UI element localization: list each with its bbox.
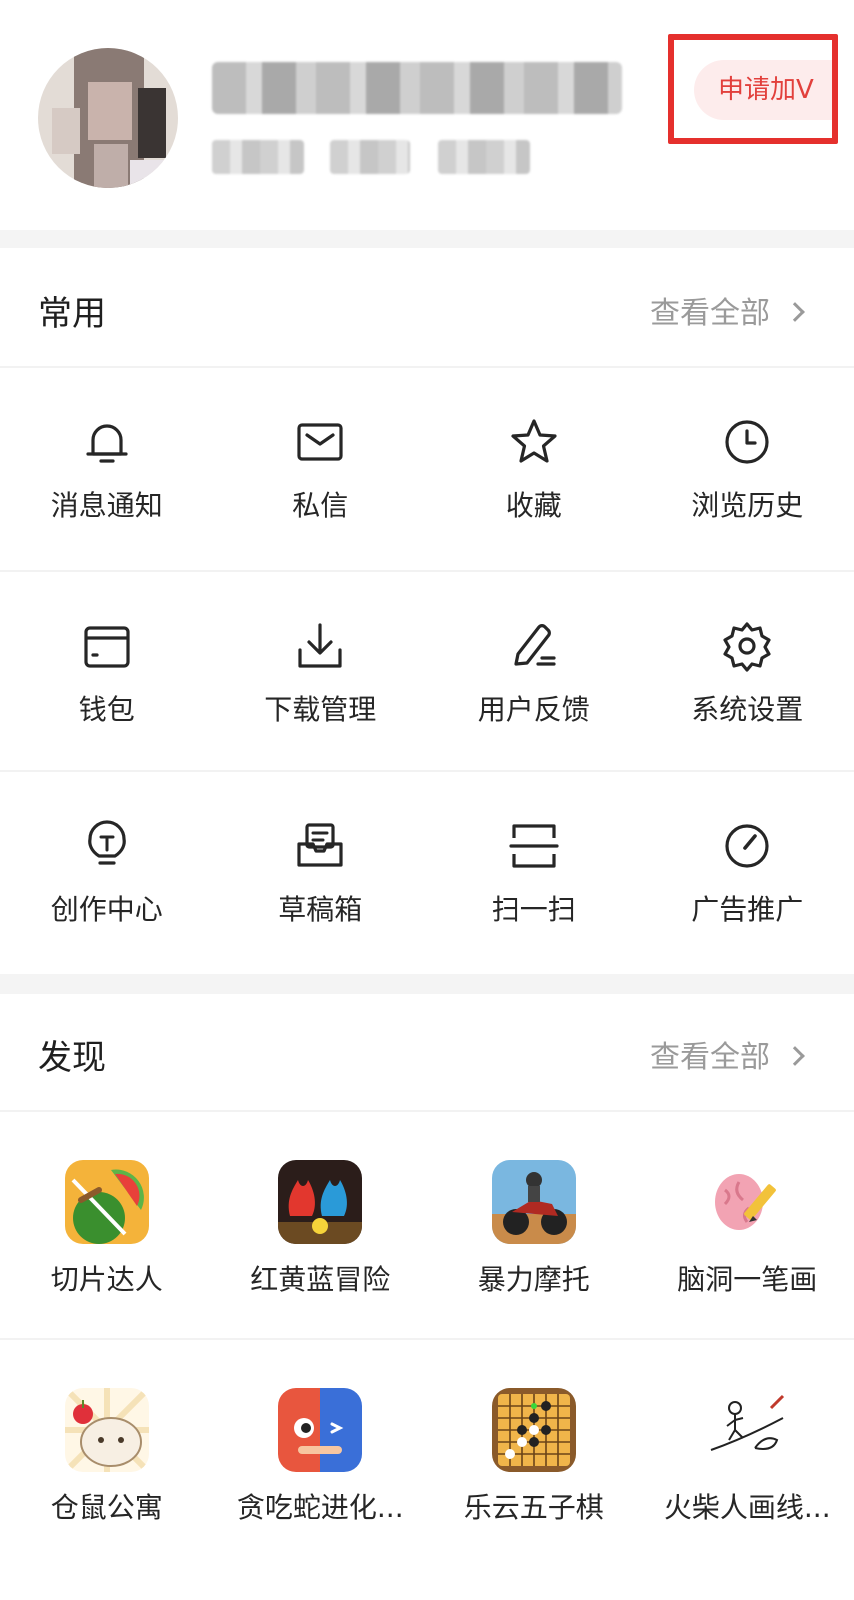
menu-item-label: 钱包 bbox=[78, 693, 135, 726]
menu-item-label: 扫一扫 bbox=[491, 893, 576, 926]
common-row-1: 消息通知 私信 收藏 浏览历史 bbox=[0, 368, 854, 572]
view-all-link[interactable]: 查看全部 bbox=[650, 1032, 805, 1076]
user-stat-blurred bbox=[438, 140, 530, 174]
discover-section-header: 发现 查看全部 bbox=[0, 992, 854, 1112]
menu-item-label: 私信 bbox=[292, 489, 349, 522]
section-title: 常用 bbox=[38, 294, 106, 334]
gomoku-game-icon bbox=[491, 1388, 576, 1472]
menu-item-favorites[interactable]: 收藏 bbox=[427, 368, 641, 572]
mini-game-item[interactable]: 红黄蓝冒险 bbox=[214, 1112, 428, 1338]
avatar[interactable] bbox=[38, 48, 178, 188]
menu-item-settings[interactable]: 系统设置 bbox=[641, 572, 854, 776]
mini-game-item[interactable]: 仓鼠公寓 bbox=[0, 1340, 214, 1566]
menu-item-wallet[interactable]: 钱包 bbox=[0, 572, 214, 776]
gear-icon bbox=[723, 622, 771, 672]
mini-game-label: 仓鼠公寓 bbox=[50, 1491, 163, 1524]
fire-water-game-icon bbox=[278, 1160, 363, 1244]
motorbike-game-icon bbox=[491, 1160, 576, 1244]
bottom-spacer bbox=[0, 1566, 854, 1600]
mail-icon bbox=[297, 423, 343, 461]
common-section-header: 常用 查看全部 bbox=[0, 248, 854, 368]
watermelon-game-icon bbox=[64, 1160, 149, 1244]
mini-game-item[interactable]: 暴力摩托 bbox=[427, 1112, 641, 1338]
bell-icon bbox=[86, 424, 128, 463]
common-row-2: 钱包 下载管理 用户反馈 系统设置 bbox=[0, 572, 854, 776]
section-gap bbox=[0, 974, 854, 994]
chevron-right-icon bbox=[785, 302, 805, 322]
menu-item-creator-center[interactable]: 创作中心 bbox=[0, 772, 214, 976]
view-all-link[interactable]: 查看全部 bbox=[650, 288, 805, 332]
menu-item-label: 广告推广 bbox=[691, 893, 804, 926]
mini-game-item[interactable]: 脑洞一笔画 bbox=[641, 1112, 854, 1338]
menu-item-messages[interactable]: 私信 bbox=[214, 368, 428, 572]
section-title: 发现 bbox=[38, 1038, 106, 1078]
mini-game-label: 火柴人画线... bbox=[663, 1491, 831, 1524]
user-stat-blurred bbox=[212, 140, 304, 174]
wallet-icon bbox=[84, 626, 130, 668]
username-blurred bbox=[212, 62, 622, 114]
star-icon bbox=[511, 419, 557, 463]
mini-game-item[interactable]: 乐云五子棋 bbox=[427, 1340, 641, 1566]
view-all-label: 查看全部 bbox=[650, 296, 770, 331]
stickman-game-icon bbox=[705, 1388, 790, 1472]
menu-item-label: 收藏 bbox=[505, 489, 562, 522]
mini-game-item[interactable]: 火柴人画线... bbox=[641, 1340, 854, 1566]
menu-item-label: 消息通知 bbox=[50, 489, 163, 522]
view-all-label: 查看全部 bbox=[650, 1040, 770, 1075]
mini-game-item[interactable]: 贪吃蛇进化... bbox=[214, 1340, 428, 1566]
menu-item-scan[interactable]: 扫一扫 bbox=[427, 772, 641, 976]
discover-row-1: 切片达人 红黄蓝冒险 暴力摩托 脑洞一笔画 bbox=[0, 1112, 854, 1338]
profile-header: 申请加V bbox=[0, 0, 854, 232]
menu-item-label: 创作中心 bbox=[50, 893, 163, 926]
user-stat-blurred bbox=[330, 140, 410, 174]
menu-item-label: 浏览历史 bbox=[691, 489, 804, 522]
menu-item-label: 用户反馈 bbox=[477, 693, 590, 726]
lightbulb-icon bbox=[87, 820, 126, 865]
mini-game-label: 暴力摩托 bbox=[477, 1263, 590, 1296]
brain-pencil-game-icon bbox=[705, 1160, 790, 1244]
section-gap bbox=[0, 230, 854, 248]
mini-game-label: 乐云五子棋 bbox=[463, 1491, 604, 1524]
menu-item-label: 系统设置 bbox=[691, 693, 804, 726]
highlight-box bbox=[668, 34, 838, 144]
mini-game-label: 贪吃蛇进化... bbox=[236, 1491, 404, 1524]
draft-box-icon bbox=[297, 823, 343, 867]
menu-item-label: 草稿箱 bbox=[278, 893, 363, 926]
hamster-game-icon bbox=[64, 1388, 149, 1472]
mini-game-label: 红黄蓝冒险 bbox=[250, 1263, 391, 1296]
menu-item-ad-promotion[interactable]: 广告推广 bbox=[641, 772, 854, 976]
common-row-3: 创作中心 草稿箱 扫一扫 广告推广 bbox=[0, 772, 854, 976]
download-icon bbox=[298, 623, 342, 668]
mini-game-label: 切片达人 bbox=[50, 1263, 163, 1296]
clock-icon bbox=[725, 420, 769, 464]
mini-game-item[interactable]: 切片达人 bbox=[0, 1112, 214, 1338]
pencil-icon bbox=[514, 624, 556, 666]
snake-game-icon bbox=[278, 1388, 363, 1472]
menu-item-notifications[interactable]: 消息通知 bbox=[0, 368, 214, 572]
scan-icon bbox=[509, 824, 559, 868]
menu-item-downloads[interactable]: 下载管理 bbox=[214, 572, 428, 776]
menu-item-history[interactable]: 浏览历史 bbox=[641, 368, 854, 572]
menu-item-drafts[interactable]: 草稿箱 bbox=[214, 772, 428, 976]
menu-item-label: 下载管理 bbox=[264, 693, 377, 726]
chevron-right-icon bbox=[785, 1046, 805, 1066]
mini-game-label: 脑洞一笔画 bbox=[677, 1263, 818, 1296]
gauge-icon bbox=[725, 824, 769, 868]
menu-item-feedback[interactable]: 用户反馈 bbox=[427, 572, 641, 776]
discover-row-2: 仓鼠公寓 贪吃蛇进化... 乐云五子棋 火柴人画线... bbox=[0, 1340, 854, 1566]
